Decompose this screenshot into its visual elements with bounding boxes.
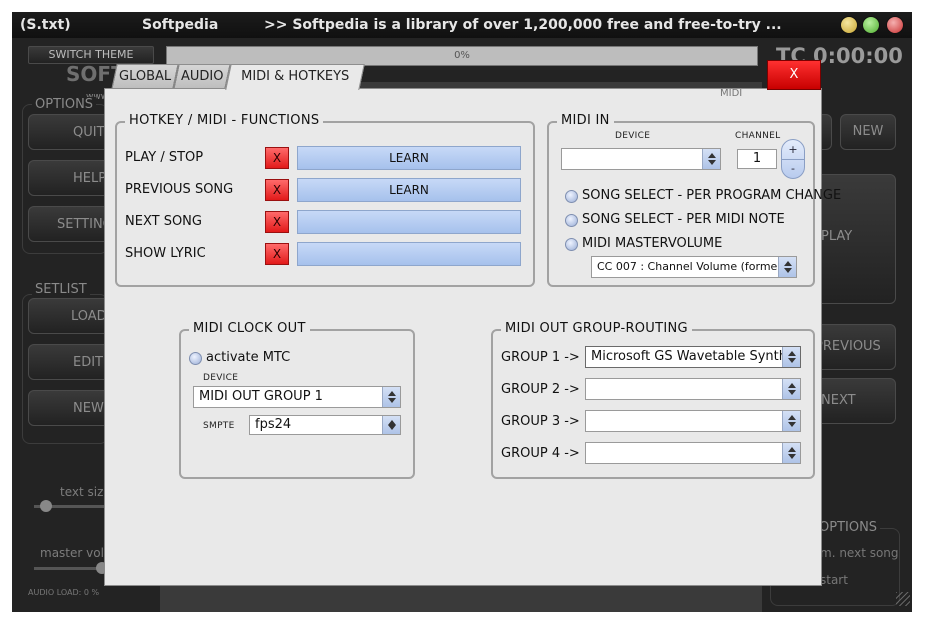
- song-select-note-radio[interactable]: [565, 214, 578, 227]
- clear-play-stop-button[interactable]: X: [265, 147, 289, 169]
- clock-device-label: DEVICE: [203, 373, 239, 383]
- chevron-updown-icon: [702, 149, 720, 169]
- group4-select[interactable]: [585, 442, 801, 464]
- options-group-label: OPTIONS: [32, 97, 97, 112]
- channel-stepper: + -: [781, 139, 805, 179]
- chevron-updown-icon: [778, 257, 796, 277]
- setlist-group-label: SETLIST: [32, 282, 90, 297]
- edit-button[interactable]: EDIT: [28, 344, 114, 380]
- setlist-new-button[interactable]: NEW: [28, 390, 114, 426]
- activate-mtc-radio[interactable]: [189, 352, 202, 365]
- hotkey-label-previous-song: PREVIOUS SONG: [125, 182, 234, 197]
- ghost-label: MIDI: [720, 88, 743, 99]
- tab-midi-hotkeys[interactable]: MIDI & HOTKEYS: [225, 64, 365, 90]
- group3-select[interactable]: [585, 410, 801, 432]
- chevron-updown-icon: [782, 411, 800, 431]
- midi-in-device-select[interactable]: [561, 148, 721, 170]
- clear-next-song-button[interactable]: X: [265, 211, 289, 233]
- song-select-program-label: SONG SELECT - PER PROGRAM CHANGE: [582, 188, 842, 203]
- group1-label: GROUP 1 ->: [501, 350, 580, 365]
- learn-next-song-button[interactable]: [297, 210, 521, 234]
- right-options-group-label: OPTIONS: [816, 520, 881, 535]
- help-button[interactable]: HELP: [28, 160, 114, 196]
- midi-in-channel-field[interactable]: 1: [737, 149, 777, 169]
- midi-clock-out-title: MIDI CLOCK OUT: [189, 321, 310, 336]
- hotkey-label-show-lyric: SHOW LYRIC: [125, 246, 206, 261]
- progress-bar: 0%: [166, 46, 758, 66]
- text-size-slider[interactable]: [40, 500, 52, 512]
- file-title: (S.txt): [20, 17, 71, 33]
- song-select-program-radio[interactable]: [565, 190, 578, 203]
- group4-label: GROUP 4 ->: [501, 446, 580, 461]
- learn-play-stop-button[interactable]: LEARN: [297, 146, 521, 170]
- maximize-icon[interactable]: [862, 16, 880, 34]
- master-volume-label: master vol: [40, 546, 104, 560]
- channel-minus-button[interactable]: -: [782, 159, 804, 179]
- midi-in-title: MIDI IN: [557, 113, 614, 128]
- smpte-select[interactable]: fps24: [249, 415, 401, 435]
- activate-mtc-label: activate MTC: [206, 350, 291, 365]
- midi-mastervolume-radio[interactable]: [565, 238, 578, 251]
- marquee-text: >> Softpedia is a library of over 1,200,…: [264, 17, 782, 33]
- midi-out-routing-title: MIDI OUT GROUP-ROUTING: [501, 321, 692, 336]
- learn-previous-song-button[interactable]: LEARN: [297, 178, 521, 202]
- group3-label: GROUP 3 ->: [501, 414, 580, 429]
- tab-global[interactable]: GLOBAL: [111, 64, 179, 89]
- quit-button[interactable]: QUIT: [28, 114, 114, 150]
- clear-show-lyric-button[interactable]: X: [265, 243, 289, 265]
- learn-show-lyric-button[interactable]: [297, 242, 521, 266]
- settings-button[interactable]: SETTINGS: [28, 206, 114, 242]
- midi-in-channel-label: CHANNEL: [735, 131, 781, 141]
- start-option[interactable]: start: [820, 573, 848, 587]
- app-name: Softpedia: [142, 17, 219, 33]
- chevron-updown-icon: [782, 379, 800, 399]
- audio-load: AUDIO LOAD: 0 %: [28, 588, 100, 597]
- midi-mastervolume-label: MIDI MASTERVOLUME: [582, 236, 723, 251]
- chevron-updown-icon: [782, 443, 800, 463]
- cc-select[interactable]: CC 007 : Channel Volume (formerly ...: [591, 256, 797, 278]
- midi-in-device-label: DEVICE: [615, 131, 651, 141]
- chevron-updown-icon: [382, 416, 400, 434]
- hotkey-label-play-stop: PLAY / STOP: [125, 150, 204, 165]
- song-select-note-label: SONG SELECT - PER MIDI NOTE: [582, 212, 785, 227]
- channel-plus-button[interactable]: +: [782, 140, 804, 159]
- title-bar: (S.txt) Softpedia >> Softpedia is a libr…: [12, 12, 912, 38]
- group2-select[interactable]: [585, 378, 801, 400]
- load-button[interactable]: LOAD: [28, 298, 114, 334]
- progress-text: 0%: [454, 50, 470, 61]
- minimize-icon[interactable]: [840, 16, 858, 34]
- close-icon[interactable]: [886, 16, 904, 34]
- hotkey-label-next-song: NEXT SONG: [125, 214, 202, 229]
- group1-select[interactable]: Microsoft GS Wavetable Synth: [585, 346, 801, 368]
- clear-previous-song-button[interactable]: X: [265, 179, 289, 201]
- next-song-option[interactable]: m. next song: [820, 546, 899, 560]
- hotkey-group-title: HOTKEY / MIDI - FUNCTIONS: [125, 113, 324, 128]
- dialog-close-button[interactable]: X: [767, 60, 821, 90]
- chevron-updown-icon: [782, 347, 800, 367]
- tab-audio[interactable]: AUDIO: [173, 64, 231, 89]
- clock-device-select[interactable]: MIDI OUT GROUP 1: [193, 386, 401, 408]
- new-button[interactable]: NEW: [840, 114, 896, 150]
- chevron-updown-icon: [382, 387, 400, 407]
- resize-grip-icon[interactable]: [896, 592, 910, 606]
- smpte-label: SMPTE: [203, 421, 235, 431]
- settings-dialog: HOTKEY / MIDI - FUNCTIONS PLAY / STOP X …: [104, 88, 841, 586]
- group2-label: GROUP 2 ->: [501, 382, 580, 397]
